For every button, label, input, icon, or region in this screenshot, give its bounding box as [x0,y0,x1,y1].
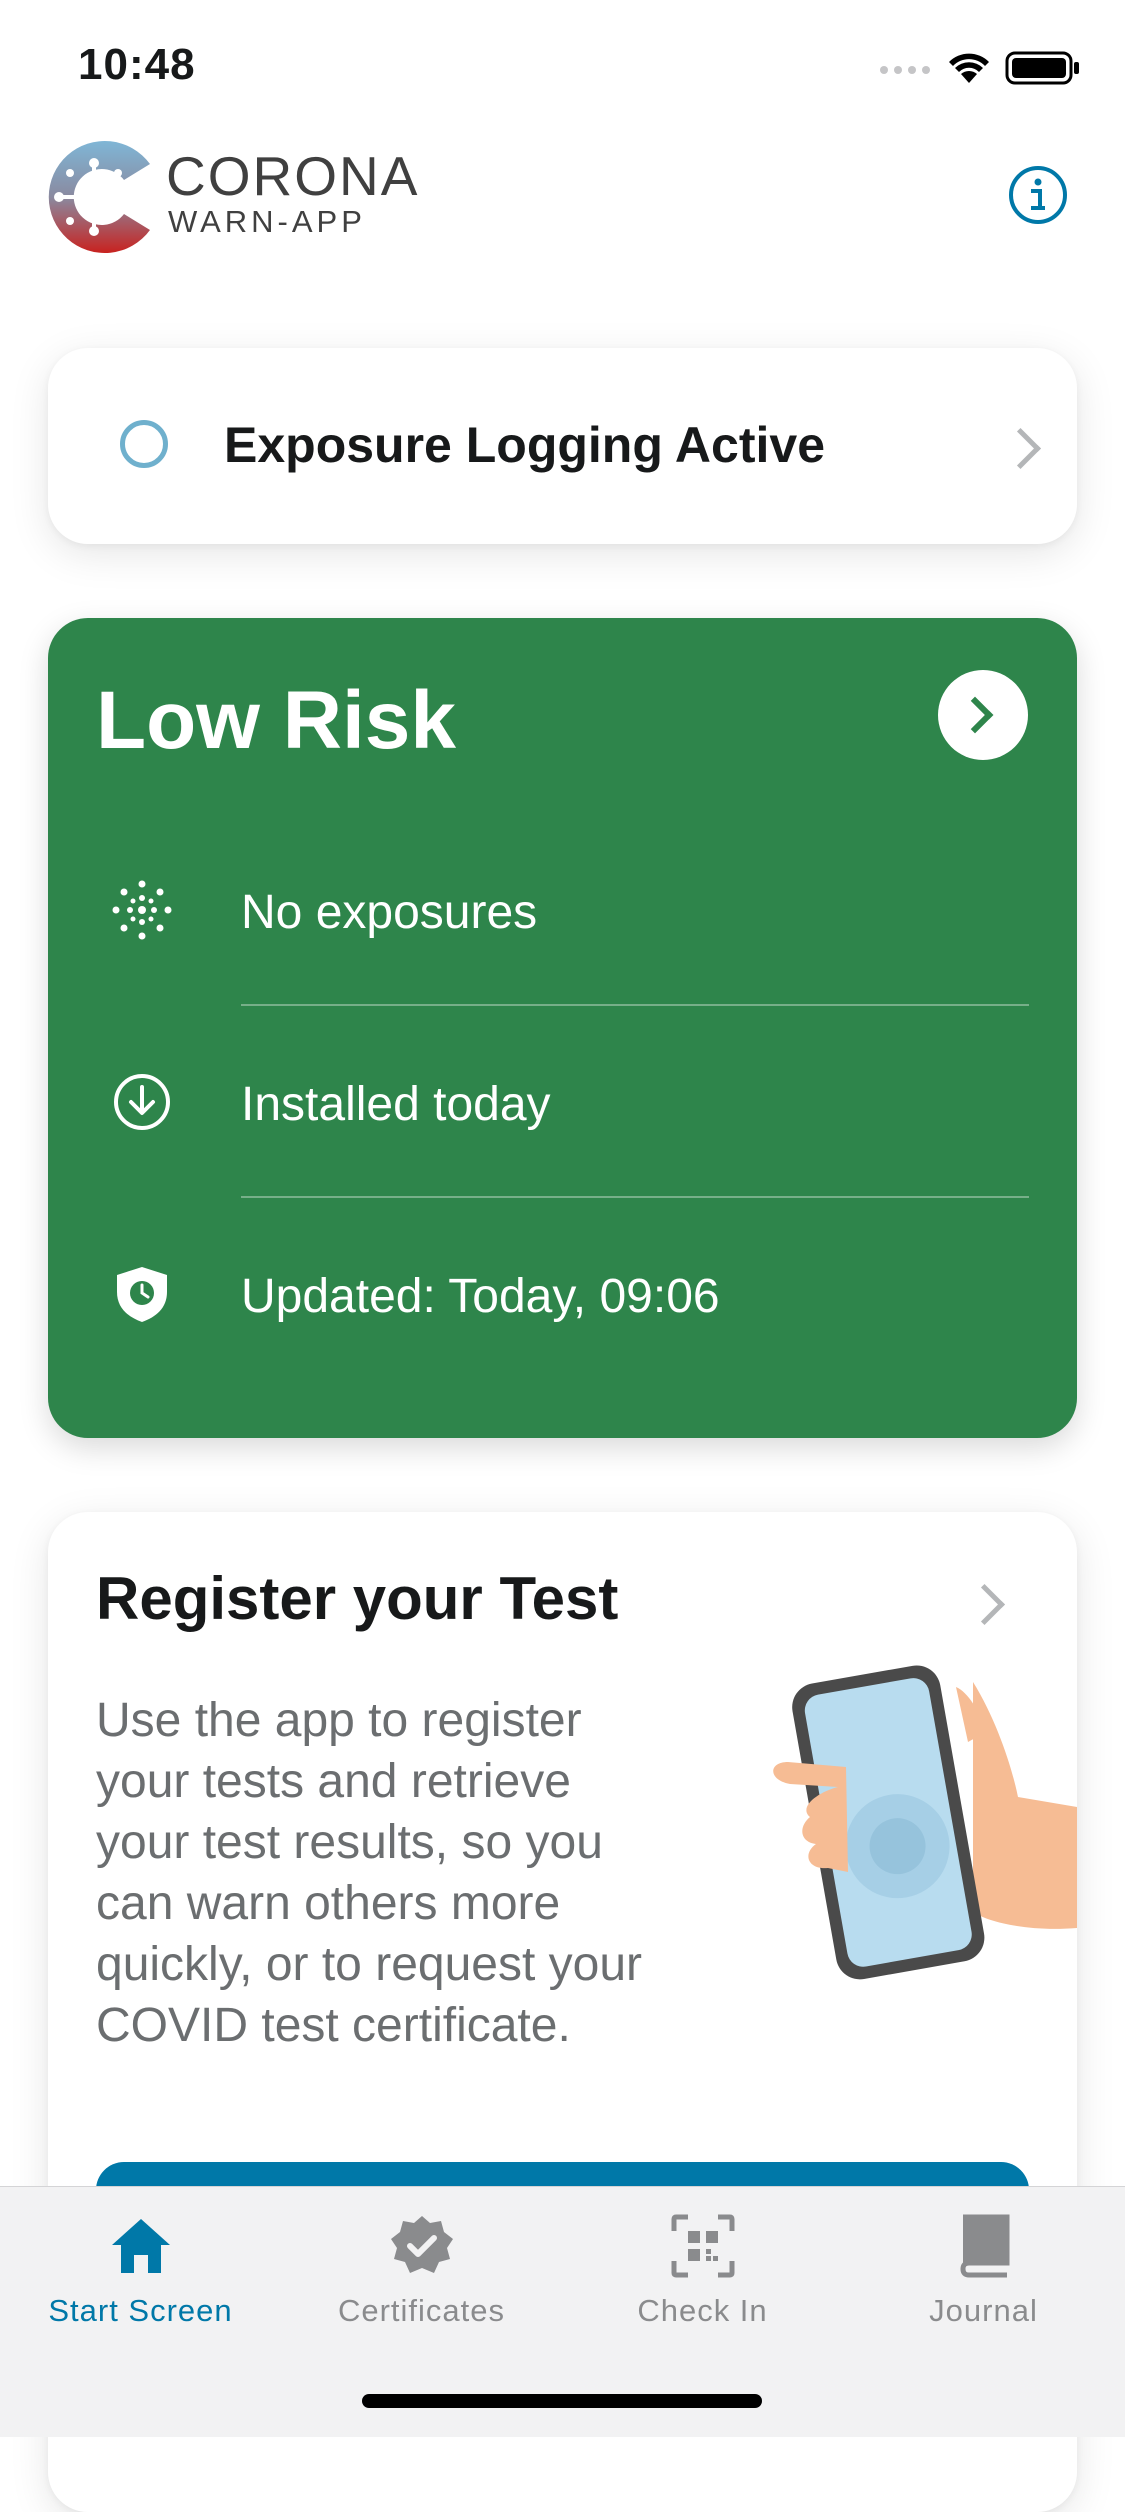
exposure-logging-label: Exposure Logging Active [224,417,826,473]
status-time: 10:48 [78,40,196,89]
chevron-right-icon [963,1583,1006,1626]
risk-row-label: Updated: Today, 09:06 [241,1270,720,1323]
risk-card[interactable]: Low Risk No exposures Installed today Up… [48,618,1077,1438]
home-icon [112,2219,170,2273]
tab-label: Journal [929,2293,1038,2328]
logo-title: CORONA [166,145,420,207]
test-card-title: Register your Test [96,1565,619,1632]
info-icon[interactable] [1008,165,1068,225]
wifi-icon [949,53,989,83]
phone-hand-illustration [773,1665,1077,1980]
tab-check-in[interactable]: Check In [562,2187,843,2347]
tab-journal[interactable]: Journal [843,2187,1124,2347]
tab-label: Check In [637,2293,768,2328]
qr-scan-icon [671,2214,735,2278]
certificate-icon [391,2216,453,2273]
exposure-status-icon [120,420,168,468]
tab-start-screen[interactable]: Start Screen [0,2187,281,2347]
tab-label: Start Screen [48,2293,233,2328]
risk-row-label: Installed today [241,1078,551,1131]
divider [241,1196,1029,1198]
risk-row-label: No exposures [241,886,538,939]
risk-row-exposures: No exposures [48,850,1077,970]
tab-certificates[interactable]: Certificates [281,2187,562,2347]
tab-label: Certificates [337,2293,506,2328]
chevron-right-icon [999,427,1042,470]
app-logo [48,141,150,253]
home-indicator[interactable] [362,2394,762,2408]
shield-clock-icon [117,1267,167,1322]
virus-icon [112,880,172,940]
battery-icon [1005,51,1079,85]
journal-icon [960,2214,1010,2278]
logo-subtitle: WARN-APP [168,204,366,239]
chevron-right-icon [956,696,994,734]
exposure-logging-card[interactable]: Exposure Logging Active [48,348,1077,544]
test-card-description: Use the app to register your tests and r… [96,1694,643,2052]
risk-title: Low Risk [96,675,456,766]
signal-icon [880,66,930,74]
divider [241,1004,1029,1006]
status-icons [879,50,1081,86]
risk-row-updated: Updated: Today, 09:06 [48,1234,1077,1354]
download-icon [114,1074,170,1130]
risk-details-button[interactable] [938,670,1028,760]
risk-row-installed: Installed today [48,1042,1077,1162]
